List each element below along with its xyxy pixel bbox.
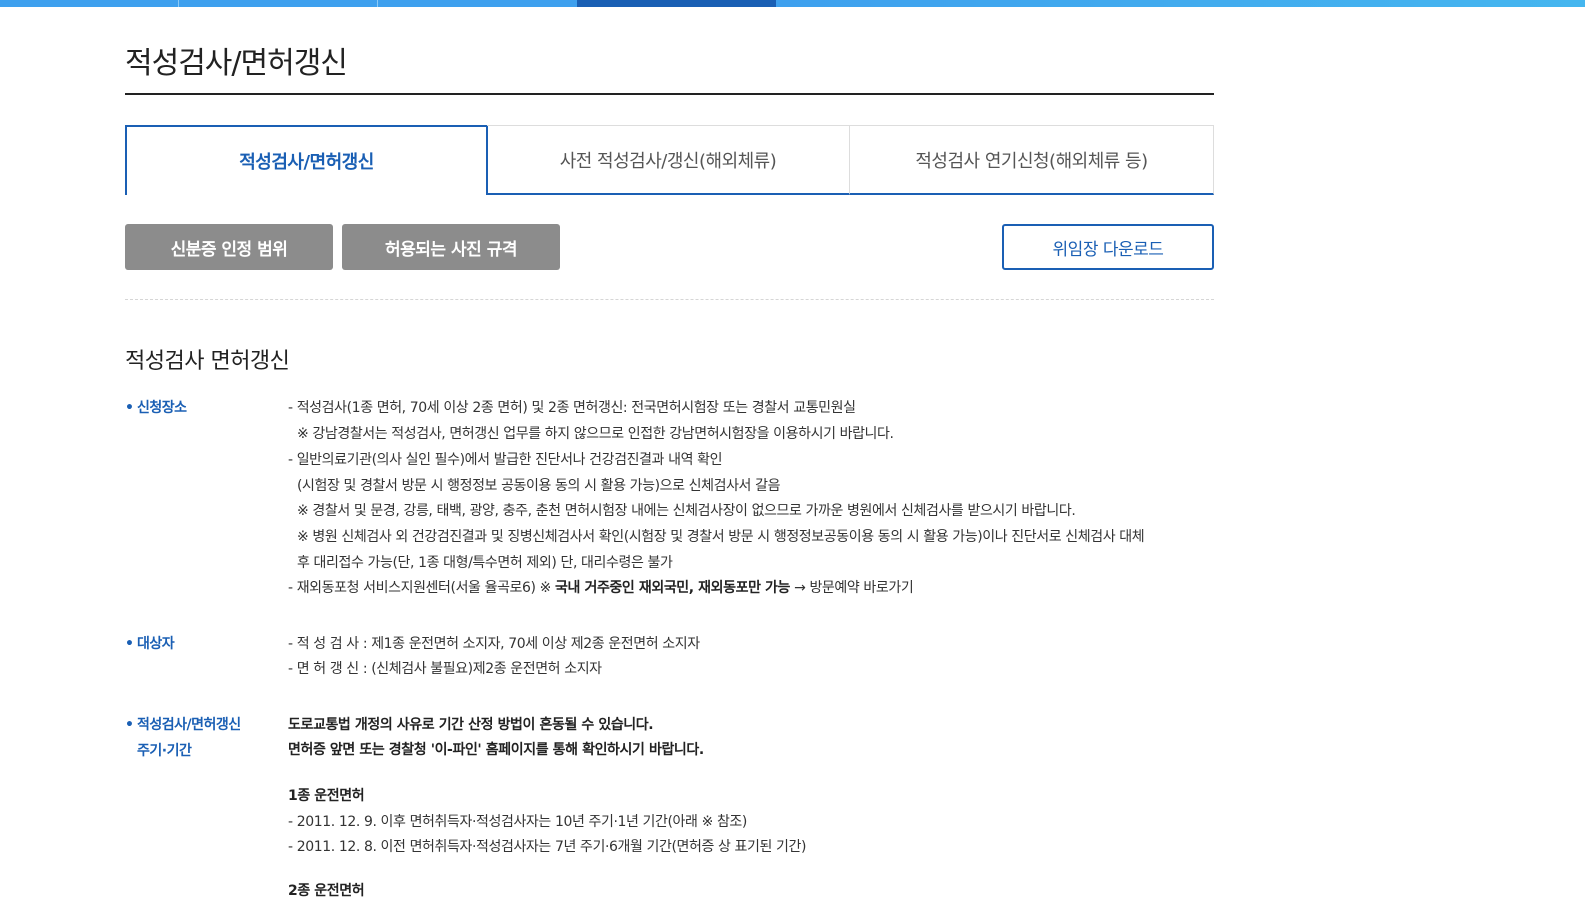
- place-line: ※ 강남경찰서는 적성검사, 면허갱신 업무를 하지 않으므로 인접한 강남면허…: [297, 426, 894, 442]
- target-label: • 대상자: [125, 631, 175, 657]
- place-line: - 일반의료기관(의사 실인 필수)에서 발급한 진단서나 건강검진결과 내역 …: [288, 452, 723, 468]
- id-range-button[interactable]: 신분증 인정 범위: [125, 224, 333, 270]
- place-line: ※ 병원 신체검사 외 건강검진결과 및 징병신체검사서 확인(시험장 및 경찰…: [297, 529, 1145, 545]
- period-label: • 적성검사/면허갱신 주기·기간: [125, 712, 241, 764]
- top-nav-segment[interactable]: [378, 0, 577, 7]
- section-title: 적성검사 면허갱신: [125, 349, 290, 374]
- top-nav-segment-active[interactable]: [577, 0, 776, 7]
- overseas-center-text: - 재외동포청 서비스지원센터(서울 율곡로6) ※: [288, 580, 556, 596]
- page-title: 적성검사/면허갱신: [125, 46, 348, 81]
- top-nav-segment[interactable]: [776, 0, 1585, 7]
- place-label-text: 신청장소: [137, 400, 187, 416]
- title-divider: [125, 93, 1214, 95]
- tab-bar: 적성검사/면허갱신 사전 적성검사/갱신(해외체류) 적성검사 연기신청(해외체…: [125, 125, 1214, 195]
- place-label: • 신청장소: [125, 395, 187, 421]
- period-notice: 도로교통법 개정의 사유로 기간 산정 방법이 혼동될 수 있습니다.: [288, 717, 654, 733]
- section-divider: [125, 299, 1214, 300]
- period-label-text: 적성검사/면허갱신: [137, 717, 241, 733]
- bullet-icon: •: [125, 400, 134, 416]
- period-label-text-2: 주기·기간: [137, 743, 192, 759]
- class2-title: 2종 운전면허: [288, 883, 365, 899]
- bullet-icon: •: [125, 636, 134, 652]
- class1-line: - 2011. 12. 9. 이후 면허취득자·적성검사자는 10년 주기·1년…: [288, 814, 747, 830]
- tab-postpone-request[interactable]: 적성검사 연기신청(해외체류 등): [850, 125, 1214, 195]
- tab-aptitude-renewal[interactable]: 적성검사/면허갱신: [125, 125, 488, 195]
- top-nav-bar: [0, 0, 1585, 7]
- place-line: - 적성검사(1종 면허, 70세 이상 2종 면허) 및 2종 면허갱신: 전…: [288, 400, 856, 416]
- period-notice: 면허증 앞면 또는 경찰청 '이-파인' 홈페이지를 통해 확인하시기 바랍니다…: [288, 742, 704, 758]
- target-line: - 적 성 검 사 : 제1종 운전면허 소지자, 70세 이상 제2종 운전면…: [288, 636, 700, 652]
- overseas-center-line: - 재외동포청 서비스지원센터(서울 율곡로6) ※ 국내 거주중인 재외국민,…: [288, 575, 914, 601]
- place-line: ※ 경찰서 및 문경, 강릉, 태백, 광양, 충주, 춘천 면허시험장 내에는…: [297, 503, 1076, 519]
- overseas-eligibility-note: 국내 거주중인 재외국민, 재외동포만 가능: [555, 580, 791, 596]
- target-line: - 면 허 갱 신 : (신체검사 불필요)제2종 운전면허 소지자: [288, 661, 602, 677]
- class1-line: - 2011. 12. 8. 이전 면허취득자·적성검사자는 7년 주기·6개월…: [288, 839, 807, 855]
- arrow-icon: →: [790, 580, 810, 596]
- top-nav-segment[interactable]: [179, 0, 378, 7]
- place-line: 후 대리접수 가능(단, 1종 대형/특수면허 제외) 단, 대리수령은 불가: [297, 555, 673, 571]
- target-label-text: 대상자: [137, 636, 175, 652]
- place-line: (시험장 및 경찰서 방문 시 행정정보 공동이용 동의 시 활용 가능)으로 …: [297, 478, 781, 494]
- tab-pre-aptitude-overseas[interactable]: 사전 적성검사/갱신(해외체류): [487, 125, 850, 195]
- bullet-icon: •: [125, 717, 134, 733]
- class1-title: 1종 운전면허: [288, 788, 365, 804]
- visit-reservation-link[interactable]: 방문예약 바로가기: [809, 580, 913, 596]
- proxy-download-button[interactable]: 위임장 다운로드: [1002, 224, 1214, 270]
- top-nav-segment[interactable]: [0, 0, 179, 7]
- photo-spec-button[interactable]: 허용되는 사진 규격: [342, 224, 560, 270]
